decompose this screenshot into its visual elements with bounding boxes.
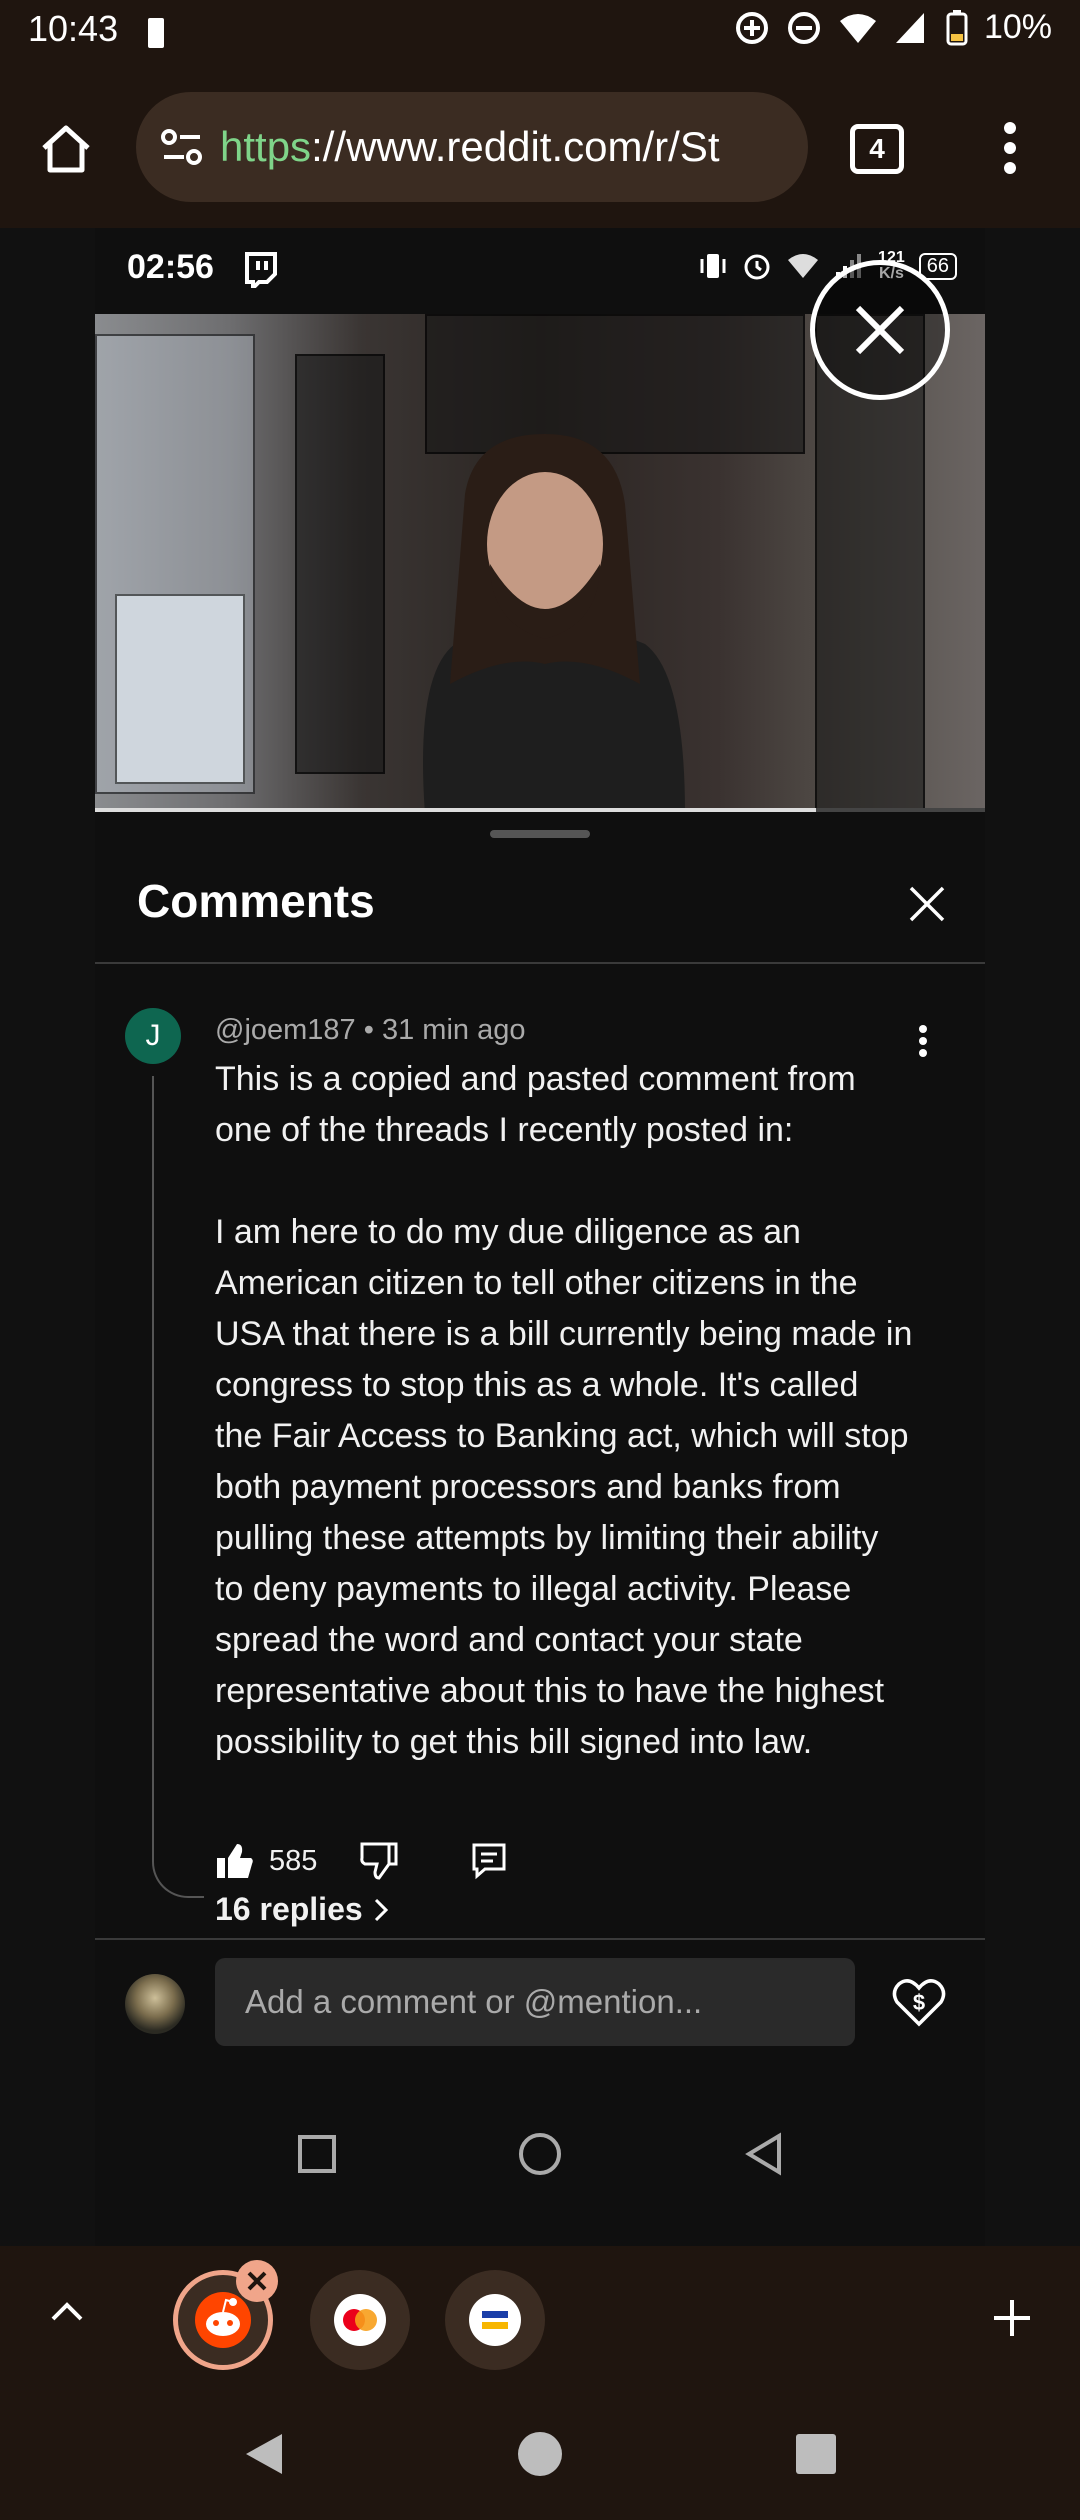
battery-percent: 10%	[983, 8, 1052, 46]
reddit-icon	[195, 2292, 251, 2348]
dnd-icon	[787, 11, 820, 44]
add-comment-input[interactable]	[215, 1958, 855, 2046]
embedded-time: 02:56	[127, 248, 214, 286]
streamer	[423, 434, 685, 812]
tab-mastercard[interactable]	[310, 2270, 410, 2370]
user-avatar[interactable]	[125, 1974, 185, 2034]
circle-icon	[519, 2133, 561, 2175]
url-bar[interactable]: https://www.reddit.com/r/St	[136, 92, 808, 202]
home-icon[interactable]	[38, 122, 94, 176]
url-path: ://www.reddit.com/r/St	[311, 123, 720, 170]
thread-line	[152, 1076, 154, 1858]
back-icon	[745, 2132, 781, 2176]
dislike-icon[interactable]	[359, 1842, 399, 1880]
thread-curve	[152, 1848, 204, 1898]
comment-author[interactable]: @joem187	[215, 1014, 356, 1046]
tab-switcher-button[interactable]: 4	[850, 124, 904, 174]
tab-visa[interactable]	[445, 2270, 545, 2370]
nav-back-icon[interactable]	[242, 2432, 286, 2476]
like-icon[interactable]	[215, 1842, 255, 1880]
meta-separator: •	[355, 1014, 382, 1046]
comment-body: This is a copied and pasted comment from…	[215, 1054, 915, 1768]
close-video-button[interactable]	[810, 260, 950, 400]
comments-sheet: Comments J @joem187 • 31 min ago This is…	[95, 818, 985, 2246]
more-vert-icon[interactable]	[1002, 120, 1018, 176]
replies-button[interactable]: 16 replies	[215, 1891, 389, 1928]
data-saver-icon	[735, 11, 768, 44]
super-thanks-icon[interactable]: $	[891, 1974, 947, 2030]
chevron-up-icon[interactable]	[50, 2300, 84, 2322]
chevron-right-icon	[374, 1898, 388, 1921]
avatar[interactable]: J	[125, 1008, 181, 1064]
comment-more-icon[interactable]	[917, 1024, 929, 1058]
site-settings-icon[interactable]	[160, 127, 204, 167]
wifi-icon	[839, 13, 876, 43]
status-time: 10:43	[28, 8, 119, 49]
alarm-icon	[744, 254, 770, 280]
close-icon	[247, 2271, 267, 2291]
comment-paragraph: This is a copied and pasted comment from…	[215, 1060, 856, 1149]
divider	[95, 1938, 985, 1940]
video-progress-fill	[95, 808, 816, 812]
status-icons: 10%	[734, 8, 1052, 47]
like-count: 585	[269, 1844, 318, 1877]
comment-paragraph: I am here to do my due diligence as an A…	[215, 1213, 913, 1761]
url-scheme: https	[220, 123, 312, 170]
svg-text:$: $	[913, 1990, 925, 2015]
comments-title: Comments	[137, 875, 375, 927]
plus-icon[interactable]	[990, 2296, 1034, 2340]
replies-label: 16 replies	[215, 1891, 363, 1927]
reply-icon[interactable]	[471, 1842, 507, 1880]
browser-toolbar: https://www.reddit.com/r/St 4	[0, 66, 1080, 228]
comment-meta: @joem187 • 31 min ago	[215, 1014, 525, 1047]
square-icon	[298, 2135, 336, 2173]
video-progress-bar[interactable]	[95, 808, 985, 812]
comment-actions: 585	[215, 1836, 507, 1886]
battery-icon	[946, 9, 968, 45]
vibrate-icon	[700, 254, 726, 278]
system-nav-bar	[0, 2388, 1080, 2520]
comment-time: 31 min ago	[381, 1014, 526, 1046]
close-comments-icon[interactable]	[903, 880, 951, 928]
battery-small-icon	[148, 18, 164, 48]
embedded-wifi-icon	[788, 254, 819, 278]
browser-tab-strip	[0, 2246, 1080, 2388]
cabinet	[115, 594, 245, 784]
divider	[95, 962, 985, 964]
drag-handle[interactable]	[490, 830, 590, 838]
twitch-icon	[245, 252, 277, 288]
nav-recents-icon[interactable]	[794, 2432, 838, 2476]
signal-icon	[895, 12, 924, 43]
mastercard-icon	[334, 2294, 386, 2346]
url-text: https://www.reddit.com/r/St	[220, 123, 720, 171]
card-icon	[469, 2294, 521, 2346]
status-bar: 10:43 10%	[0, 0, 1080, 66]
embedded-nav-bar	[95, 2094, 985, 2214]
close-icon	[855, 305, 905, 355]
embedded-screenshot: 02:56 121 K/s 66 Comments J @joem187 • 3…	[95, 228, 985, 2246]
close-tab-button[interactable]	[236, 2260, 278, 2302]
nav-home-icon[interactable]	[516, 2430, 564, 2478]
